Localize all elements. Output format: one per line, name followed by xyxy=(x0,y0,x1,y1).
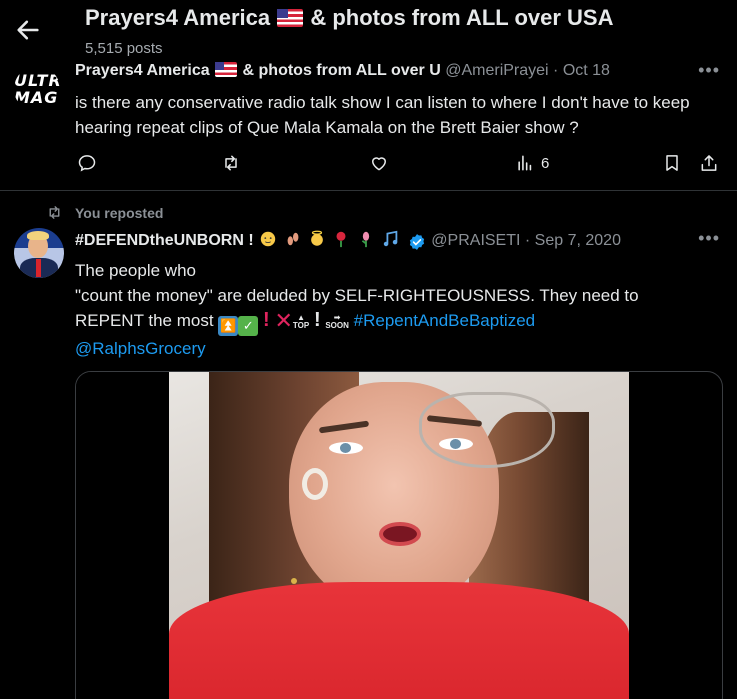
bookmark-button[interactable] xyxy=(662,152,682,174)
views-button[interactable]: 6 xyxy=(515,152,549,174)
profile-title-name: Prayers4 America xyxy=(85,5,271,30)
emoji-angel-icon xyxy=(308,230,326,253)
more-options-button[interactable]: ••• xyxy=(698,228,720,249)
tweet-text-line-3: REPENT the most ⏫ ✓ ! ✕ ▲ TOP ! ➡ SOON #Repe… xyxy=(75,308,715,336)
hashtag-link[interactable]: #RepentAndBeBaptized xyxy=(354,311,535,330)
views-icon xyxy=(518,155,532,171)
more-options-button[interactable]: ••• xyxy=(698,60,720,81)
repost-icon xyxy=(49,206,60,219)
repost-indicator: You reposted xyxy=(46,204,163,221)
emoji-music-note-icon xyxy=(381,230,401,253)
author-name[interactable]: Prayers4 America & photos from ALL over … xyxy=(75,62,441,79)
emoji-cross-icon: ✕ xyxy=(274,308,293,333)
back-button[interactable] xyxy=(14,16,42,44)
tweet-date[interactable]: · Oct 18 xyxy=(553,62,610,79)
reply-button[interactable] xyxy=(77,152,97,174)
tweet-text: is there any conservative radio talk sho… xyxy=(75,93,690,137)
author-handle[interactable]: @PRAISETI xyxy=(431,232,520,249)
emoji-soon-icon: ➡ SOON xyxy=(325,313,349,330)
like-icon xyxy=(372,157,386,171)
repost-label: You reposted xyxy=(75,204,164,221)
views-count: 6 xyxy=(541,154,550,172)
profile-title-suffix: & photos from ALL over USA xyxy=(310,5,614,30)
post-thread-page: Prayers4 America & photos from ALL over … xyxy=(0,0,737,699)
profile-title: Prayers4 America & photos from ALL over … xyxy=(85,5,613,31)
tweet-2[interactable]: You reposted #DEFENDtheUNBORN ! @PRAISET… xyxy=(0,192,737,699)
emoji-rose-icon xyxy=(332,230,350,253)
like-button[interactable] xyxy=(369,152,389,174)
emoji-baby-icon xyxy=(259,230,277,253)
emoji-top-icon: ▲ TOP xyxy=(292,313,310,330)
video-media[interactable] xyxy=(75,371,723,699)
top-header: Prayers4 America & photos from ALL over … xyxy=(0,0,737,62)
emoji-white-exclamation-icon: ! xyxy=(313,309,321,331)
us-flag-icon xyxy=(277,9,304,27)
mention-link[interactable]: @RalphsGrocery xyxy=(75,339,206,358)
bookmark-icon xyxy=(666,155,678,171)
back-arrow-icon xyxy=(17,20,39,40)
emoji-double-up-arrow-icon: ⏫ xyxy=(218,316,239,336)
emoji-exclamation-icon: ! xyxy=(263,309,270,331)
avatar[interactable]: ULTRA MAGA xyxy=(14,66,60,112)
tweet-actions: 6 xyxy=(75,152,725,176)
tweet-meta: #DEFENDtheUNBORN ! @PRAISETI · Sep 7, 20… xyxy=(75,230,621,253)
post-count: 5,515 posts xyxy=(85,40,163,57)
emoji-bud-icon xyxy=(357,230,375,253)
video-thumbnail xyxy=(169,372,629,699)
repost-icon xyxy=(225,155,237,171)
reply-icon xyxy=(78,155,96,172)
tweet-text-line-1: The people who xyxy=(75,261,196,280)
tweet-text: The people who "count the money" are del… xyxy=(75,258,715,361)
tweet-text-line-2: "count the money" are deluded by SELF-RI… xyxy=(75,286,639,305)
tweet-1[interactable]: ULTRA MAGA Prayers4 America & photos fro… xyxy=(0,56,737,191)
author-name[interactable]: #DEFENDtheUNBORN ! xyxy=(75,232,254,249)
us-flag-icon xyxy=(215,62,238,77)
tweet-meta: Prayers4 America & photos from ALL over … xyxy=(75,62,610,80)
share-button[interactable] xyxy=(699,152,719,174)
emoji-check-icon: ✓ xyxy=(238,316,259,336)
verified-badge-icon xyxy=(408,233,426,253)
tweet-date[interactable]: · Sep 7, 2020 xyxy=(525,232,621,249)
share-icon xyxy=(701,155,717,171)
avatar-line-2: MAGA xyxy=(14,88,60,107)
author-handle[interactable]: @AmeriPrayei xyxy=(445,62,548,79)
avatar-line-1: ULTRA xyxy=(14,71,60,90)
avatar[interactable] xyxy=(14,228,64,278)
emoji-footprints-icon xyxy=(284,230,302,253)
repost-button[interactable] xyxy=(221,152,241,174)
